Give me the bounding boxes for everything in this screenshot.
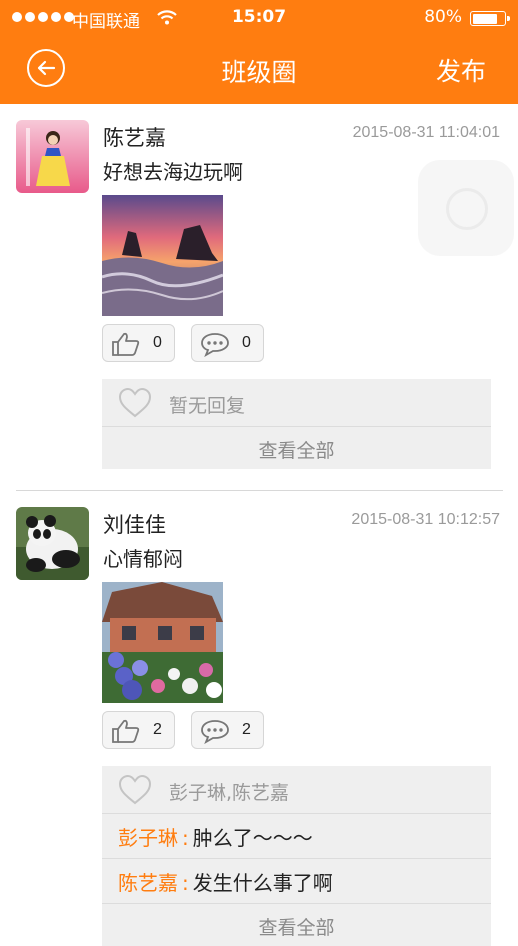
like-count: 2 [153, 721, 162, 738]
comment-text: 发生什么事了啊 [192, 871, 333, 895]
publish-button[interactable]: 发布 [436, 52, 486, 88]
post-text: 心情郁闷 [103, 547, 183, 571]
likes-row: 彭子琳,陈艺嘉 [102, 766, 491, 814]
post-card: 刘佳佳 2015-08-31 10:12:57 心情郁闷 2 2 彭子琳,陈艺嘉… [0, 491, 518, 946]
app-header: 中国联通 15:07 80% 班级圈 发布 [0, 0, 518, 104]
like-button[interactable]: 0 [102, 324, 175, 362]
post-photo[interactable] [102, 582, 223, 703]
avatar-image [16, 507, 89, 580]
view-all-button[interactable]: 查看全部 [102, 904, 491, 946]
post-text: 好想去海边玩啊 [103, 160, 243, 184]
view-all-button[interactable]: 查看全部 [102, 427, 491, 469]
comment-author[interactable]: 陈艺嘉 [118, 871, 178, 895]
likes-text: 暂无回复 [169, 395, 246, 417]
status-bar: 中国联通 15:07 80% [0, 0, 518, 36]
post-photo[interactable] [102, 195, 223, 316]
comment-bubble-icon [201, 333, 229, 357]
comment-count: 2 [242, 721, 251, 738]
battery-icon [470, 11, 510, 26]
like-button[interactable]: 2 [102, 711, 175, 749]
comment-text: 肿么了～～～ [192, 826, 313, 850]
avatar[interactable] [16, 507, 89, 580]
avatar[interactable] [16, 120, 89, 193]
battery-percent: 80% [424, 7, 462, 27]
comment-item[interactable]: 陈艺嘉: 发生什么事了啊 [102, 859, 491, 904]
comment-item[interactable]: 彭子琳: 肿么了～～～ [102, 814, 491, 859]
photo-seascape [102, 195, 223, 316]
post-username[interactable]: 刘佳佳 [103, 509, 166, 539]
thumbs-up-icon [112, 332, 140, 356]
photo-cottage-garden [102, 582, 223, 703]
likes-row: 暂无回复 [102, 379, 491, 427]
like-count: 0 [153, 334, 162, 351]
comment-bubble-icon [201, 720, 229, 744]
post-time: 2015-08-31 10:12:57 [351, 511, 500, 528]
comment-button[interactable]: 0 [191, 324, 264, 362]
floating-assistive-touch[interactable] [418, 160, 514, 256]
comment-button[interactable]: 2 [191, 711, 264, 749]
avatar-image [16, 120, 89, 193]
comment-separator: : [182, 871, 189, 895]
reply-box: 暂无回复 查看全部 [102, 379, 491, 469]
nav-bar: 班级圈 发布 [0, 36, 518, 104]
likes-text: 彭子琳,陈艺嘉 [169, 782, 290, 804]
battery-level [472, 13, 498, 24]
post-time: 2015-08-31 11:04:01 [352, 124, 500, 141]
comment-separator: : [182, 826, 189, 850]
reply-box: 彭子琳,陈艺嘉 彭子琳: 肿么了～～～ 陈艺嘉: 发生什么事了啊 查看全部 [102, 766, 491, 946]
heart-icon [118, 775, 152, 805]
post-username[interactable]: 陈艺嘉 [103, 122, 166, 152]
comment-count: 0 [242, 334, 251, 351]
thumbs-up-icon [112, 719, 140, 743]
heart-icon [118, 388, 152, 418]
comment-author[interactable]: 彭子琳 [118, 826, 178, 850]
